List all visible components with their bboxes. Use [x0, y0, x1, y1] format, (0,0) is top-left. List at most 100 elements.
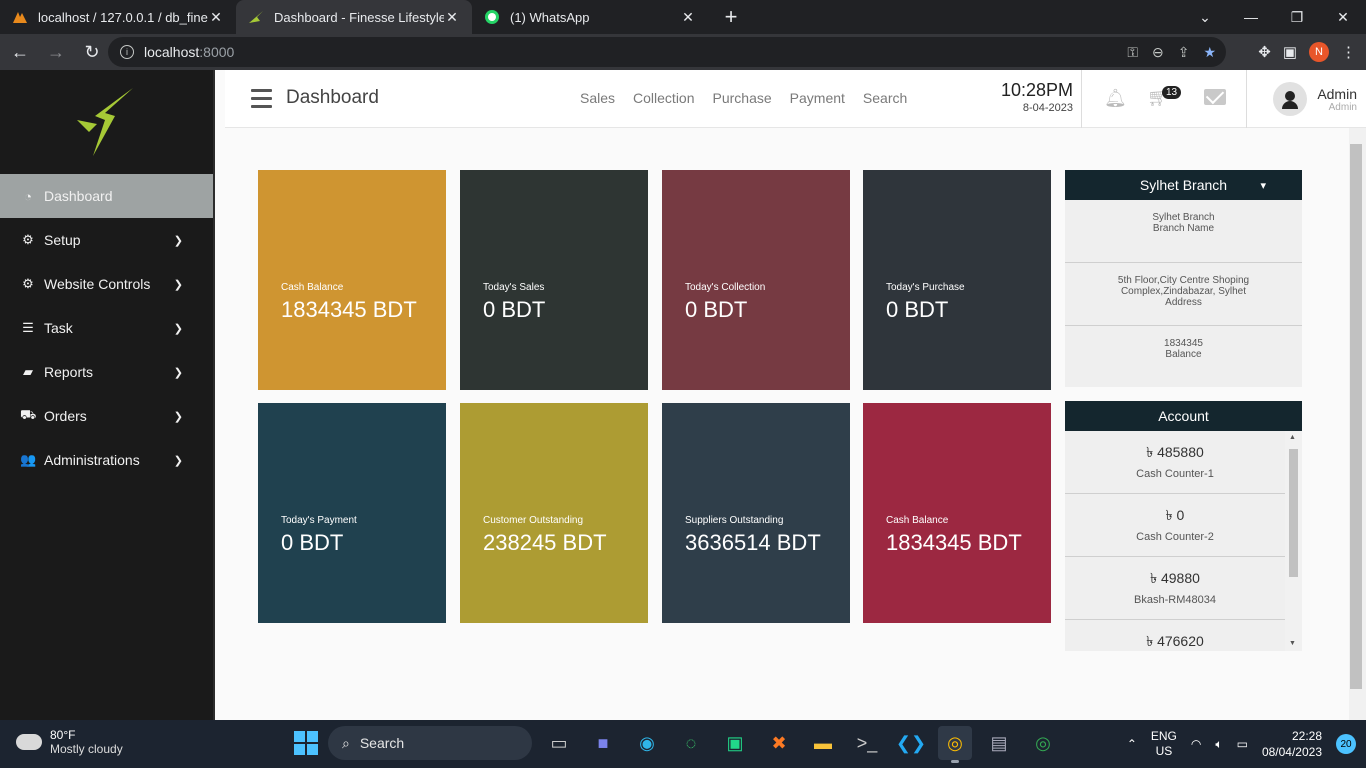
- bell-icon[interactable]: 🔔︎: [1104, 88, 1127, 109]
- browser-toolbar: ← → ↻ i localhost:8000 ⚿ ⊖ ⇪ ★ ✥ ▣ N ⋮: [0, 34, 1366, 70]
- sidebar-item-website-controls[interactable]: ⚙ Website Controls ❯: [0, 262, 213, 306]
- divider: [1081, 70, 1082, 128]
- account-amount: ৳ 49880: [1150, 570, 1200, 586]
- site-info-icon[interactable]: i: [120, 45, 134, 59]
- profile-avatar[interactable]: N: [1309, 42, 1329, 62]
- branch-title: Sylhet Branch: [1139, 177, 1228, 193]
- stat-card-cash-balance[interactable]: Cash Balance 1834345 BDT: [258, 170, 446, 390]
- clock[interactable]: 22:28 08/04/2023: [1262, 728, 1322, 760]
- battery-icon[interactable]: ▭: [1237, 737, 1248, 751]
- restore-icon[interactable]: ❐: [1274, 0, 1320, 34]
- share-icon[interactable]: ⇪: [1178, 44, 1190, 61]
- close-icon[interactable]: ✕: [680, 9, 696, 26]
- tab-phpmyadmin[interactable]: localhost / 127.0.0.1 / db_finesse ✕: [0, 0, 236, 34]
- sidebar-item-administrations[interactable]: 👥 Administrations ❯: [0, 438, 213, 482]
- close-window-icon[interactable]: ✕: [1320, 0, 1366, 34]
- notification-badge[interactable]: 20: [1336, 734, 1356, 754]
- card-label: Cash Balance: [281, 282, 344, 293]
- card-label: Suppliers Outstanding: [685, 515, 784, 526]
- terminal-icon[interactable]: >_: [850, 726, 884, 760]
- nav-sales-link[interactable]: Sales: [580, 90, 615, 106]
- zoom-icon[interactable]: ⊖: [1152, 44, 1164, 61]
- stat-card-suppliers-outstanding[interactable]: Suppliers Outstanding 3636514 BDT: [662, 403, 850, 623]
- finesse-logo[interactable]: [0, 70, 213, 174]
- header-date: 8-04-2023: [1022, 102, 1073, 114]
- sidebar-item-task[interactable]: ☰ Task ❯: [0, 306, 213, 350]
- hamburger-menu-icon[interactable]: [251, 89, 272, 113]
- forward-icon[interactable]: →: [40, 36, 72, 68]
- chevron-down-icon: ❯: [173, 322, 183, 335]
- vscode-icon[interactable]: ❮❯: [894, 726, 928, 760]
- cart-count-badge: 13: [1162, 86, 1182, 99]
- nav-purchase-link[interactable]: Purchase: [713, 90, 772, 106]
- card-value: 0 BDT: [281, 530, 344, 555]
- tab-search-icon[interactable]: ⌄: [1182, 0, 1228, 34]
- card-value: 3636514 BDT: [685, 530, 821, 555]
- extensions-icon[interactable]: ✥: [1258, 43, 1271, 61]
- nav-collection-link[interactable]: Collection: [633, 90, 694, 106]
- language-indicator[interactable]: ENG US: [1151, 729, 1177, 759]
- phpmyadmin-icon: [12, 9, 28, 25]
- user-menu[interactable]: Admin Admin: [1317, 86, 1357, 113]
- back-icon[interactable]: ←: [4, 36, 36, 68]
- edge-icon[interactable]: ◉: [630, 726, 664, 760]
- reload-icon[interactable]: ↻: [76, 36, 108, 68]
- close-icon[interactable]: ✕: [444, 9, 460, 26]
- menu-icon[interactable]: ⋮: [1341, 43, 1356, 61]
- nav-payment-link[interactable]: Payment: [790, 90, 845, 106]
- chevron-up-icon[interactable]: ⌃: [1127, 737, 1137, 751]
- stat-card-todays-payment[interactable]: Today's Payment 0 BDT: [258, 403, 446, 623]
- stat-card-todays-purchase[interactable]: Today's Purchase 0 BDT: [863, 170, 1051, 390]
- pycharm-icon[interactable]: ▣: [718, 726, 752, 760]
- file-explorer-icon[interactable]: ▬: [806, 726, 840, 760]
- branch-select[interactable]: Sylhet Branch ▾: [1065, 170, 1302, 200]
- new-tab-button[interactable]: +: [716, 0, 746, 34]
- weather-widget[interactable]: 80°F Mostly cloudy: [16, 727, 123, 756]
- sidebar-item-reports[interactable]: ▰ Reports ❯: [0, 350, 213, 394]
- tab-title: (1) WhatsApp: [510, 9, 590, 25]
- chrome-icon[interactable]: ◎: [938, 726, 972, 763]
- nav-search-link[interactable]: Search: [863, 90, 907, 106]
- loader-app-icon[interactable]: ◌: [674, 726, 708, 760]
- mail-icon[interactable]: [1204, 89, 1226, 105]
- xampp-icon[interactable]: ✖: [762, 726, 796, 760]
- stat-card-customer-outstanding[interactable]: Customer Outstanding 238245 BDT: [460, 403, 648, 623]
- account-list[interactable]: ৳ 485880 Cash Counter-1 ৳ 0 Cash Counter…: [1065, 431, 1302, 651]
- address-bar[interactable]: i localhost:8000 ⚿ ⊖ ⇪ ★: [108, 37, 1226, 67]
- account-name: Cash Counter-2: [1136, 531, 1214, 543]
- volume-icon[interactable]: 🔈︎: [1215, 737, 1222, 752]
- bookmark-star-icon[interactable]: ★: [1203, 44, 1216, 61]
- sidebar-item-setup[interactable]: ⚙ Setup ❯: [0, 218, 213, 262]
- tab-dashboard[interactable]: Dashboard - Finesse Lifestyle Lim ✕: [236, 0, 472, 34]
- account-amount: ৳ 485880: [1146, 444, 1204, 460]
- taskbar-search[interactable]: ⌕ Search: [328, 726, 532, 760]
- scroll-down-icon[interactable]: ▼: [1289, 640, 1296, 647]
- branch-address-row: 5th Floor,City Centre Shoping Complex,Zi…: [1065, 263, 1302, 326]
- card-label: Customer Outstanding: [483, 515, 584, 526]
- side-panel-icon[interactable]: ▣: [1283, 43, 1297, 61]
- sidebar-item-dashboard[interactable]: ◔ Dashboard: [0, 174, 213, 218]
- user-role: Admin: [1328, 102, 1357, 113]
- windows-start-icon[interactable]: [294, 731, 318, 755]
- tab-whatsapp[interactable]: (1) WhatsApp ✕: [472, 0, 708, 34]
- page-scrollbar-thumb[interactable]: [1350, 144, 1362, 689]
- remote-desktop-icon[interactable]: ▤: [982, 726, 1016, 760]
- lang-region: US: [1155, 744, 1173, 758]
- folder-icon: ▰: [23, 364, 33, 379]
- key-icon[interactable]: ⚿: [1127, 44, 1138, 61]
- task-view-icon[interactable]: ▭: [542, 726, 576, 760]
- scroll-up-icon[interactable]: ▲: [1289, 434, 1296, 441]
- sidebar-item-orders[interactable]: ⛟ Orders ❯: [0, 394, 213, 438]
- close-icon[interactable]: ✕: [208, 9, 224, 26]
- minimize-icon[interactable]: —: [1228, 0, 1274, 34]
- chrome-profile-icon[interactable]: ◎: [1026, 726, 1060, 760]
- account-scrollbar[interactable]: ▲ ▼: [1285, 431, 1302, 651]
- stat-card-cash-balance-2[interactable]: Cash Balance 1834345 BDT: [863, 403, 1051, 623]
- teams-icon[interactable]: ■: [586, 726, 620, 760]
- scrollbar-thumb[interactable]: [1289, 449, 1298, 577]
- finesse-favicon-icon: [248, 9, 264, 25]
- stat-card-todays-sales[interactable]: Today's Sales 0 BDT: [460, 170, 648, 390]
- wifi-icon[interactable]: ◠: [1191, 737, 1201, 751]
- avatar[interactable]: [1273, 82, 1307, 116]
- stat-card-todays-collection[interactable]: Today's Collection 0 BDT: [662, 170, 850, 390]
